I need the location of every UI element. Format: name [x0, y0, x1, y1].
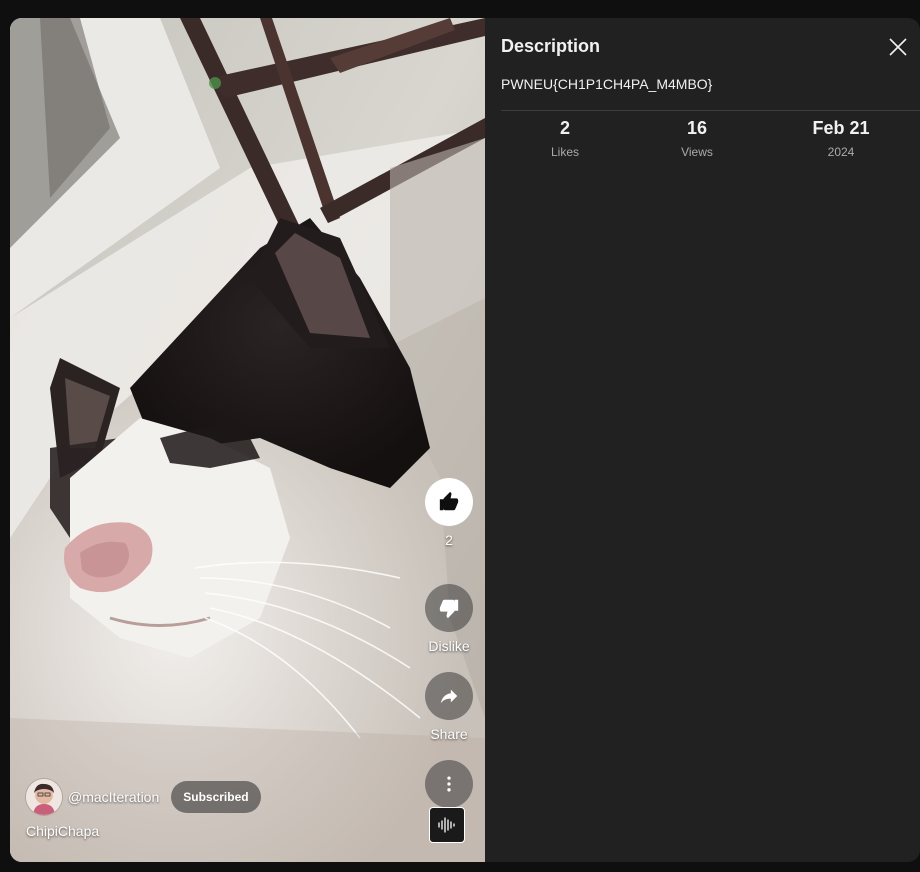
channel-avatar[interactable] — [26, 779, 62, 815]
channel-row: @macIteration Subscribed — [26, 779, 261, 815]
stat-label: 2024 — [827, 145, 855, 159]
stat-value: Feb 21 — [812, 118, 870, 138]
stat-label: Views — [681, 145, 713, 159]
divider — [501, 110, 920, 111]
share-action: Share — [425, 672, 473, 742]
description-text: PWNEU{CH1P1CH4PA_M4MBO} — [501, 76, 713, 92]
video-title[interactable]: ChipiChapa — [26, 823, 99, 839]
stat-likes: 2 Likes — [551, 118, 579, 159]
dislike-action: Dislike — [425, 584, 473, 654]
panel-heading: Description — [501, 36, 601, 56]
dislike-button[interactable] — [425, 584, 473, 632]
avatar-icon — [26, 779, 62, 815]
thumbs-up-icon — [439, 491, 459, 511]
like-button[interactable] — [425, 478, 473, 526]
description-panel: Description PWNEU{CH1P1CH4PA_M4MBO} 2 Li… — [485, 18, 920, 862]
stat-date: Feb 21 2024 — [812, 118, 869, 159]
video-player[interactable]: @macIteration Subscribed ChipiChapa 2 Di… — [10, 18, 485, 862]
stat-label: Likes — [550, 145, 580, 159]
more-button[interactable] — [425, 760, 473, 808]
dislike-label: Dislike — [428, 638, 470, 654]
like-action: 2 — [425, 478, 473, 548]
stat-value: 2 — [559, 118, 571, 138]
video-frame-cat — [10, 18, 485, 862]
sound-wave-icon — [438, 817, 455, 833]
share-arrow-icon — [440, 689, 458, 704]
more-vert-icon — [447, 776, 451, 792]
like-count: 2 — [445, 532, 453, 548]
sound-button[interactable] — [429, 807, 465, 843]
stat-value: 16 — [686, 118, 708, 138]
share-label: Share — [430, 726, 468, 742]
stat-views: 16 Views — [681, 118, 713, 159]
thumbs-down-icon — [439, 599, 459, 619]
close-button[interactable] — [885, 34, 911, 60]
top-strip — [0, 0, 920, 18]
subscribed-button[interactable]: Subscribed — [171, 781, 261, 813]
close-icon — [889, 38, 907, 56]
channel-handle[interactable]: @macIteration — [68, 789, 159, 805]
share-button[interactable] — [425, 672, 473, 720]
more-action — [425, 760, 473, 808]
